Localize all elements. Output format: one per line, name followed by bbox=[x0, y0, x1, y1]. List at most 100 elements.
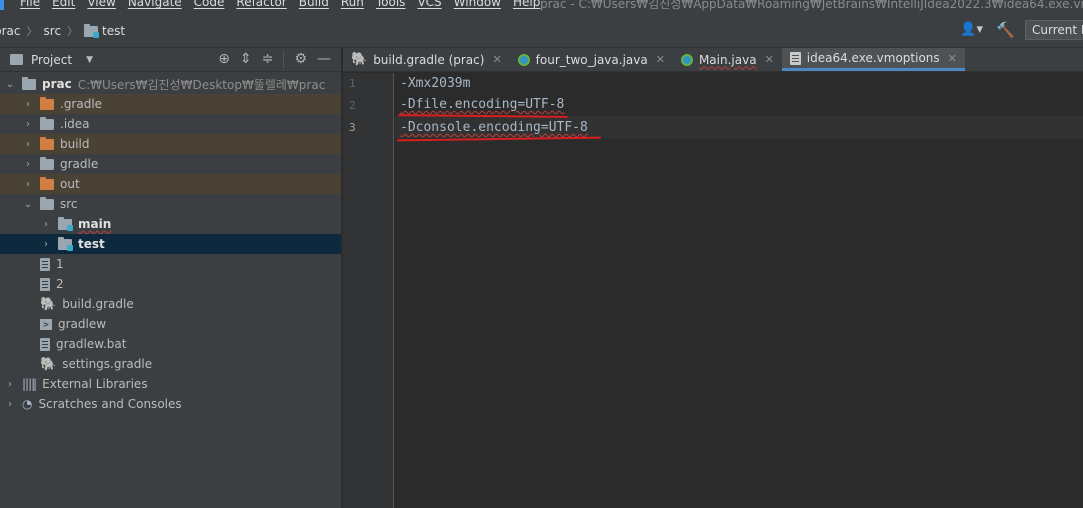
tab-label: idea64.exe.vmoptions bbox=[806, 51, 940, 65]
tree-item-build-gradle[interactable]: 🐘 build.gradle bbox=[0, 294, 341, 314]
menu-bar: File Edit View Navigate Code Refactor Bu… bbox=[0, 0, 1083, 12]
menu-navigate[interactable]: Navigate bbox=[128, 0, 182, 9]
java-class-icon bbox=[517, 53, 530, 66]
tab-main-java[interactable]: Main.java ✕ bbox=[673, 48, 782, 71]
project-tool-window: Project ▼ ⊕ ⇕ ≑ ⚙ — ⌄ prac C:₩Users₩김진성₩… bbox=[0, 48, 342, 508]
app-icon bbox=[0, 0, 4, 10]
breadcrumb-project[interactable]: prac bbox=[0, 24, 21, 38]
menu-vcs[interactable]: VCS bbox=[417, 0, 441, 9]
menu-refactor[interactable]: Refactor bbox=[236, 0, 286, 9]
tree-item-label: settings.gradle bbox=[62, 357, 153, 371]
menu-window[interactable]: Window bbox=[454, 0, 501, 9]
chevron-right-icon[interactable]: › bbox=[22, 99, 34, 110]
menu-edit[interactable]: Edit bbox=[52, 0, 75, 9]
tree-item-external-libraries[interactable]: › |||‖ External Libraries bbox=[0, 374, 341, 394]
source-folder-icon bbox=[58, 236, 73, 251]
chevron-right-icon[interactable]: › bbox=[22, 159, 34, 170]
terminal-icon: > bbox=[40, 318, 52, 330]
folder-icon bbox=[22, 76, 36, 90]
file-icon bbox=[789, 51, 801, 65]
menu-run[interactable]: Run bbox=[341, 0, 364, 9]
code-line[interactable]: -Xmx2039m bbox=[400, 76, 470, 91]
chevron-right-icon[interactable]: › bbox=[40, 219, 52, 230]
hammer-icon[interactable]: 🔨 bbox=[996, 21, 1015, 39]
tree-item-label: build.gradle bbox=[62, 297, 134, 311]
close-icon[interactable]: ✕ bbox=[948, 52, 957, 65]
tab-idea64-vmoptions[interactable]: idea64.exe.vmoptions ✕ bbox=[781, 48, 965, 71]
editor-tabs: 🐘 build.gradle (prac) ✕ four_two_java.ja… bbox=[343, 48, 1083, 72]
tree-item-label: gradle bbox=[60, 157, 99, 171]
file-icon bbox=[40, 277, 50, 291]
tree-item-test[interactable]: › test bbox=[0, 234, 341, 254]
expand-all-icon[interactable]: ⇕ bbox=[240, 51, 252, 68]
code-line[interactable]: -Dfile.encoding=UTF-8 bbox=[400, 97, 564, 112]
line-number: 3 bbox=[349, 121, 356, 134]
java-class-icon bbox=[680, 53, 693, 66]
tree-item-out[interactable]: › out bbox=[0, 174, 341, 194]
tree-item-label: src bbox=[60, 197, 78, 211]
tree-item-label: .idea bbox=[60, 117, 90, 131]
chevron-right-icon[interactable]: › bbox=[40, 239, 52, 250]
menu-build[interactable]: Build bbox=[299, 0, 329, 9]
user-icon[interactable]: 👤▾ bbox=[960, 22, 986, 38]
chevron-right-icon[interactable]: › bbox=[22, 139, 34, 150]
chevron-right-icon[interactable]: › bbox=[22, 179, 34, 190]
menu-code[interactable]: Code bbox=[194, 0, 225, 9]
tree-item-file-1[interactable]: 1 bbox=[0, 254, 341, 274]
file-icon bbox=[40, 337, 50, 351]
close-icon[interactable]: ✕ bbox=[492, 53, 501, 66]
breadcrumb-src[interactable]: src bbox=[44, 24, 62, 38]
excluded-folder-icon bbox=[40, 176, 54, 190]
breadcrumb-test[interactable]: test bbox=[102, 24, 125, 38]
tree-item-file-2[interactable]: 2 bbox=[0, 274, 341, 294]
tree-item-gradlew-bat[interactable]: gradlew.bat bbox=[0, 334, 341, 354]
tree-item-prac[interactable]: ⌄ prac C:₩Users₩김진성₩Desktop₩뚤렐레₩prac bbox=[0, 74, 341, 94]
gradle-icon: 🐘 bbox=[351, 52, 368, 67]
tree-item-gradle-dir[interactable]: › .gradle bbox=[0, 94, 341, 114]
tree-item-build[interactable]: › build bbox=[0, 134, 341, 154]
hide-icon[interactable]: — bbox=[317, 51, 331, 68]
chevron-right-icon[interactable]: › bbox=[22, 119, 34, 130]
tab-build-gradle[interactable]: 🐘 build.gradle (prac) ✕ bbox=[343, 48, 510, 71]
folder-icon bbox=[40, 116, 54, 130]
chevron-right-icon[interactable]: › bbox=[4, 399, 16, 410]
tree-item-label: build bbox=[60, 137, 90, 151]
chevron-right-icon[interactable]: › bbox=[4, 379, 16, 390]
tree-item-label: .gradle bbox=[60, 97, 103, 111]
source-folder-icon bbox=[58, 216, 73, 231]
tree-item-gradle[interactable]: › gradle bbox=[0, 154, 341, 174]
menu-view[interactable]: View bbox=[87, 0, 115, 9]
tree-item-src[interactable]: ⌄ src bbox=[0, 194, 341, 214]
close-icon[interactable]: ✕ bbox=[765, 53, 774, 66]
tree-item-label: 1 bbox=[56, 257, 64, 271]
collapse-all-icon[interactable]: ≑ bbox=[262, 51, 274, 68]
tree-item-label: External Libraries bbox=[42, 377, 148, 391]
code-line[interactable]: -Dconsole.encoding=UTF-8 bbox=[400, 120, 588, 135]
run-configuration-select[interactable]: Current File bbox=[1025, 20, 1083, 40]
close-icon[interactable]: ✕ bbox=[656, 53, 665, 66]
tree-item-scratches[interactable]: › ◔ Scratches and Consoles bbox=[0, 394, 341, 414]
menu-help[interactable]: Help bbox=[513, 0, 540, 9]
menu-tools[interactable]: Tools bbox=[376, 0, 406, 9]
chevron-down-icon[interactable]: ⌄ bbox=[4, 79, 16, 90]
tree-item-main[interactable]: › main bbox=[0, 214, 341, 234]
project-view-select[interactable]: Project bbox=[31, 53, 72, 67]
tree-item-path: C:₩Users₩김진성₩Desktop₩뚤렐레₩prac bbox=[77, 77, 326, 92]
line-number: 2 bbox=[349, 99, 356, 112]
chevron-down-icon[interactable]: ⌄ bbox=[22, 199, 34, 210]
menu-file[interactable]: File bbox=[20, 0, 40, 9]
excluded-folder-icon bbox=[40, 96, 54, 110]
line-number-gutter: 1 2 3 bbox=[343, 73, 394, 508]
tree-item-idea[interactable]: › .idea bbox=[0, 114, 341, 134]
breadcrumb: prac 〉 src 〉 test bbox=[0, 23, 125, 39]
tree-item-label: 2 bbox=[56, 277, 64, 291]
folder-icon bbox=[40, 196, 54, 210]
tree-item-settings-gradle[interactable]: 🐘 settings.gradle bbox=[0, 354, 341, 374]
tab-four-two-java[interactable]: four_two_java.java ✕ bbox=[510, 48, 673, 71]
code-editor[interactable]: 1 2 3 -Xmx2039m -Dfile.encoding=UTF-8 -D… bbox=[343, 73, 1083, 508]
chevron-down-icon[interactable]: ▼ bbox=[86, 55, 93, 65]
project-panel-header: Project ▼ ⊕ ⇕ ≑ ⚙ — bbox=[0, 48, 341, 72]
gear-icon[interactable]: ⚙ bbox=[294, 51, 307, 68]
tree-item-gradlew[interactable]: > gradlew bbox=[0, 314, 341, 334]
locate-icon[interactable]: ⊕ bbox=[218, 51, 230, 68]
